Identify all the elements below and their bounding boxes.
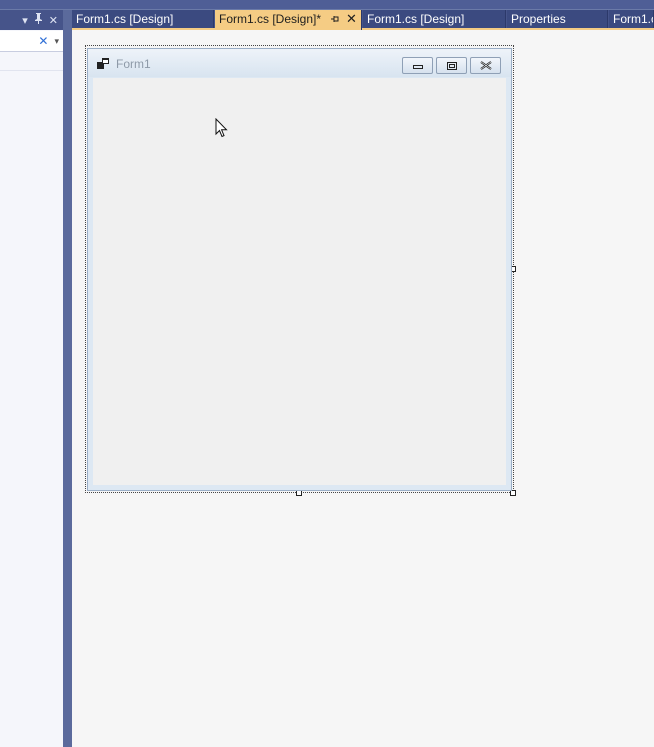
close-icon[interactable]: ✕ bbox=[49, 14, 58, 27]
tab-form1-design-active[interactable]: Form1.cs [Design]* ✕ bbox=[215, 10, 362, 30]
dropdown-icon[interactable]: ▾ bbox=[54, 36, 59, 47]
dropdown-icon[interactable]: ▾ bbox=[22, 14, 28, 27]
minimize-button[interactable] bbox=[402, 57, 433, 74]
toolbox-search-input[interactable]: ✕ ▾ bbox=[0, 31, 63, 52]
toolbox-panel-header: ▾ ✕ bbox=[0, 10, 63, 30]
form1-client-area[interactable] bbox=[93, 78, 506, 485]
form1-window[interactable]: Form1 bbox=[87, 48, 512, 491]
tab-properties[interactable]: Properties bbox=[507, 10, 608, 28]
tab-label: Form1.cs [Design] bbox=[367, 12, 465, 26]
close-icon[interactable]: ✕ bbox=[346, 10, 357, 28]
document-tab-strip: Form1.cs [Design] Form1.cs [Design]* ✕ F… bbox=[72, 10, 654, 30]
form1-title-bar[interactable]: Form1 bbox=[88, 49, 511, 77]
pin-icon[interactable] bbox=[330, 10, 340, 30]
toolbox-list-item[interactable] bbox=[0, 53, 63, 71]
tab-label: Properties bbox=[511, 12, 566, 26]
clear-icon[interactable]: ✕ bbox=[38, 34, 48, 48]
ide-title-strip bbox=[0, 0, 654, 10]
tab-form1-design-2[interactable]: Form1.cs [Design] bbox=[363, 10, 506, 28]
minimize-icon bbox=[412, 64, 423, 69]
close-button[interactable] bbox=[470, 57, 501, 74]
tab-form1-design[interactable]: Form1.cs [Design] bbox=[72, 10, 214, 28]
panel-splitter[interactable] bbox=[63, 10, 72, 747]
close-icon bbox=[479, 61, 492, 70]
form-icon bbox=[97, 58, 109, 69]
form-title: Form1 bbox=[116, 57, 151, 71]
tab-label: Form1.cs [Design] bbox=[76, 12, 174, 26]
tab-label: Form1.cs [Design]* bbox=[219, 12, 322, 26]
mouse-pointer-icon bbox=[215, 118, 228, 138]
tab-label: Form1.cs [Design] bbox=[613, 12, 653, 26]
pin-icon[interactable] bbox=[34, 13, 43, 27]
tab-form1-design-3[interactable]: Form1.cs [Design] bbox=[609, 10, 654, 28]
maximize-icon bbox=[446, 61, 457, 70]
maximize-button[interactable] bbox=[436, 57, 467, 74]
toolbox-panel: ▾ ✕ ✕ ▾ bbox=[0, 10, 63, 747]
